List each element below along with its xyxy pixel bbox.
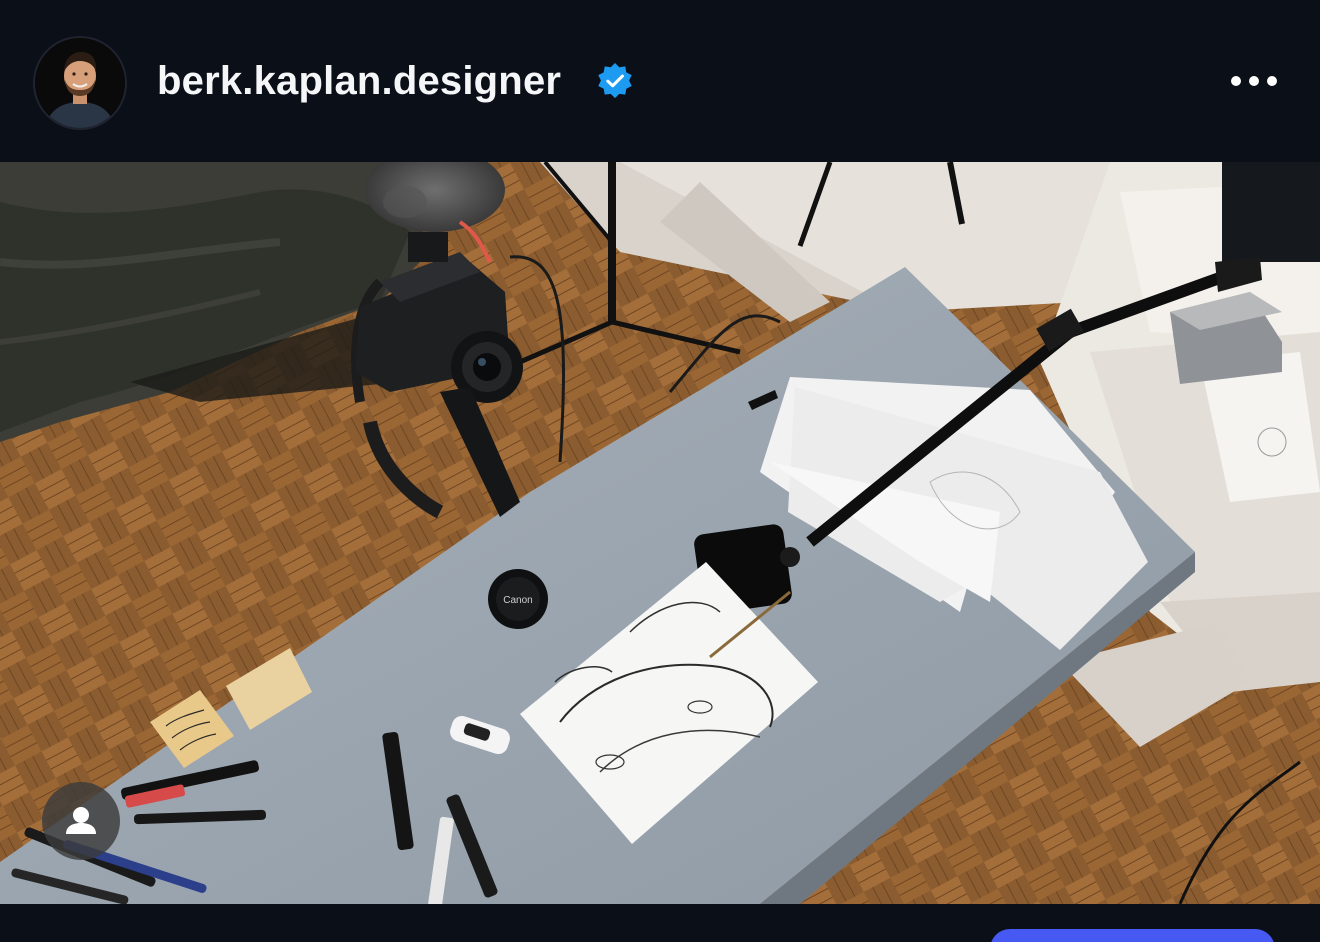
- more-horizontal-icon: [1231, 76, 1241, 86]
- avatar[interactable]: [33, 36, 127, 130]
- instagram-post: berk.kaplan.designer Canon: [0, 0, 1320, 942]
- lens-cap-label: Canon: [503, 595, 532, 606]
- user-tags-button[interactable]: [42, 782, 120, 860]
- more-dot: [1249, 76, 1259, 86]
- post-photo[interactable]: Canon: [0, 162, 1320, 904]
- more-dot: [1267, 76, 1277, 86]
- post-header: berk.kaplan.designer: [0, 0, 1320, 163]
- user-tag-icon: [66, 807, 96, 834]
- username[interactable]: berk.kaplan.designer: [157, 56, 561, 106]
- follow-button[interactable]: [990, 929, 1275, 942]
- verified-badge-icon: [598, 62, 632, 99]
- more-options-button[interactable]: [1224, 60, 1284, 102]
